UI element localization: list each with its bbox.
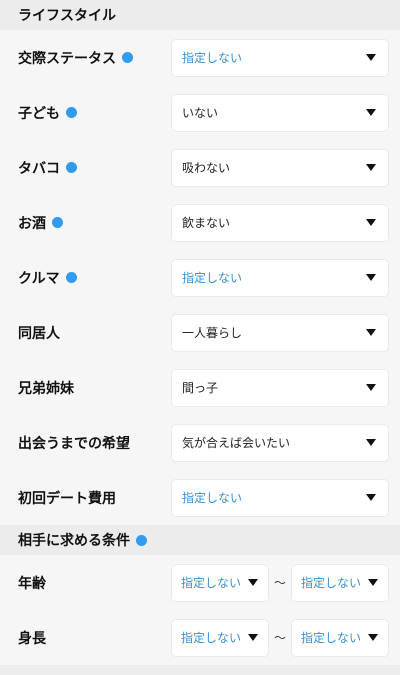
select-value: 指定しない xyxy=(181,631,242,645)
conditions-section-header: 相手に求める条件 xyxy=(0,525,400,555)
label-text: 出会うまでの希望 xyxy=(18,435,130,452)
select-value: 気が合えば会いたい xyxy=(182,436,291,450)
dropdown-arrow-icon xyxy=(366,384,376,391)
height-range: 指定しない 〜 指定しない xyxy=(172,619,388,656)
label-text: 年齢 xyxy=(18,575,46,592)
label-text: 身長 xyxy=(18,630,46,647)
row-car: クルマ 指定しない xyxy=(0,250,400,305)
row-alcohol: お酒 飲まない xyxy=(0,195,400,250)
lifestyle-panel: 交際ステータス 指定しない 子ども いない タバコ 吸わない お酒 飲まない ク… xyxy=(0,30,400,525)
row-age: 年齢 指定しない 〜 指定しない xyxy=(0,555,400,610)
label-siblings: 兄弟姉妹 xyxy=(18,378,172,398)
children-select[interactable]: いない xyxy=(172,94,388,131)
dropdown-arrow-icon xyxy=(248,579,258,586)
age-min-select[interactable]: 指定しない xyxy=(172,564,268,601)
age-max-select[interactable]: 指定しない xyxy=(292,564,388,601)
dropdown-arrow-icon xyxy=(366,274,376,281)
age-range: 指定しない 〜 指定しない xyxy=(172,564,388,601)
height-min-select[interactable]: 指定しない xyxy=(172,619,268,656)
select-value: 間っ子 xyxy=(182,381,219,395)
required-dot-icon xyxy=(122,52,133,63)
select-value: 指定しない xyxy=(182,51,243,65)
range-separator: 〜 xyxy=(273,631,286,645)
height-max-select[interactable]: 指定しない xyxy=(292,619,388,656)
relationship-status-select[interactable]: 指定しない xyxy=(172,39,388,76)
lifestyle-section-title: ライフスタイル xyxy=(18,8,116,24)
select-value: いない xyxy=(182,106,219,120)
dropdown-arrow-icon xyxy=(366,219,376,226)
required-dot-icon xyxy=(66,107,77,118)
select-value: 一人暮らし xyxy=(182,326,243,340)
conditions-section-title: 相手に求める条件 xyxy=(18,533,130,549)
row-meeting-preference: 出会うまでの希望 気が合えば会いたい xyxy=(0,415,400,470)
label-text: タバコ xyxy=(18,160,60,177)
row-tobacco: タバコ 吸わない xyxy=(0,140,400,195)
select-value: 指定しない xyxy=(182,491,243,505)
conditions-panel: 年齢 指定しない 〜 指定しない 身長 指定しない 〜 指定しない xyxy=(0,555,400,665)
dropdown-arrow-icon xyxy=(366,329,376,336)
housemate-select[interactable]: 一人暮らし xyxy=(172,314,388,351)
siblings-select[interactable]: 間っ子 xyxy=(172,369,388,406)
required-dot-icon xyxy=(66,162,77,173)
row-first-date-cost: 初回デート費用 指定しない xyxy=(0,470,400,525)
select-value: 指定しない xyxy=(182,271,243,285)
select-value: 指定しない xyxy=(301,576,362,590)
dropdown-arrow-icon xyxy=(366,54,376,61)
dropdown-arrow-icon xyxy=(368,579,378,586)
lifestyle-section-header: ライフスタイル xyxy=(0,0,400,30)
label-text: 同居人 xyxy=(18,325,60,342)
dropdown-arrow-icon xyxy=(366,494,376,501)
dropdown-arrow-icon xyxy=(366,109,376,116)
label-text: 兄弟姉妹 xyxy=(18,380,74,397)
required-dot-icon xyxy=(52,217,63,228)
label-alcohol: お酒 xyxy=(18,213,172,233)
label-text: 交際ステータス xyxy=(18,50,116,67)
car-select[interactable]: 指定しない xyxy=(172,259,388,296)
dropdown-arrow-icon xyxy=(368,634,378,641)
row-siblings: 兄弟姉妹 間っ子 xyxy=(0,360,400,415)
select-value: 指定しない xyxy=(301,631,362,645)
meeting-preference-select[interactable]: 気が合えば会いたい xyxy=(172,424,388,461)
row-housemate: 同居人 一人暮らし xyxy=(0,305,400,360)
select-value: 指定しない xyxy=(181,576,242,590)
label-text: クルマ xyxy=(18,270,60,287)
label-age: 年齢 xyxy=(18,573,172,593)
select-value: 飲まない xyxy=(182,216,231,230)
label-relationship-status: 交際ステータス xyxy=(18,48,172,68)
row-relationship-status: 交際ステータス 指定しない xyxy=(0,30,400,85)
label-children: 子ども xyxy=(18,103,172,123)
label-text: お酒 xyxy=(18,215,46,232)
label-meeting-preference: 出会うまでの希望 xyxy=(18,433,172,453)
row-height: 身長 指定しない 〜 指定しない xyxy=(0,610,400,665)
label-first-date-cost: 初回デート費用 xyxy=(18,488,172,508)
dropdown-arrow-icon xyxy=(248,634,258,641)
label-tobacco: タバコ xyxy=(18,158,172,178)
label-height: 身長 xyxy=(18,628,172,648)
label-car: クルマ xyxy=(18,268,172,288)
label-text: 子ども xyxy=(18,105,60,122)
label-text: 初回デート費用 xyxy=(18,490,116,507)
tobacco-select[interactable]: 吸わない xyxy=(172,149,388,186)
first-date-cost-select[interactable]: 指定しない xyxy=(172,479,388,516)
dropdown-arrow-icon xyxy=(366,164,376,171)
required-dot-icon xyxy=(136,534,147,546)
dropdown-arrow-icon xyxy=(366,439,376,446)
select-value: 吸わない xyxy=(182,161,231,175)
label-housemate: 同居人 xyxy=(18,323,172,343)
alcohol-select[interactable]: 飲まない xyxy=(172,204,388,241)
range-separator: 〜 xyxy=(273,576,286,590)
row-children: 子ども いない xyxy=(0,85,400,140)
required-dot-icon xyxy=(65,272,77,283)
